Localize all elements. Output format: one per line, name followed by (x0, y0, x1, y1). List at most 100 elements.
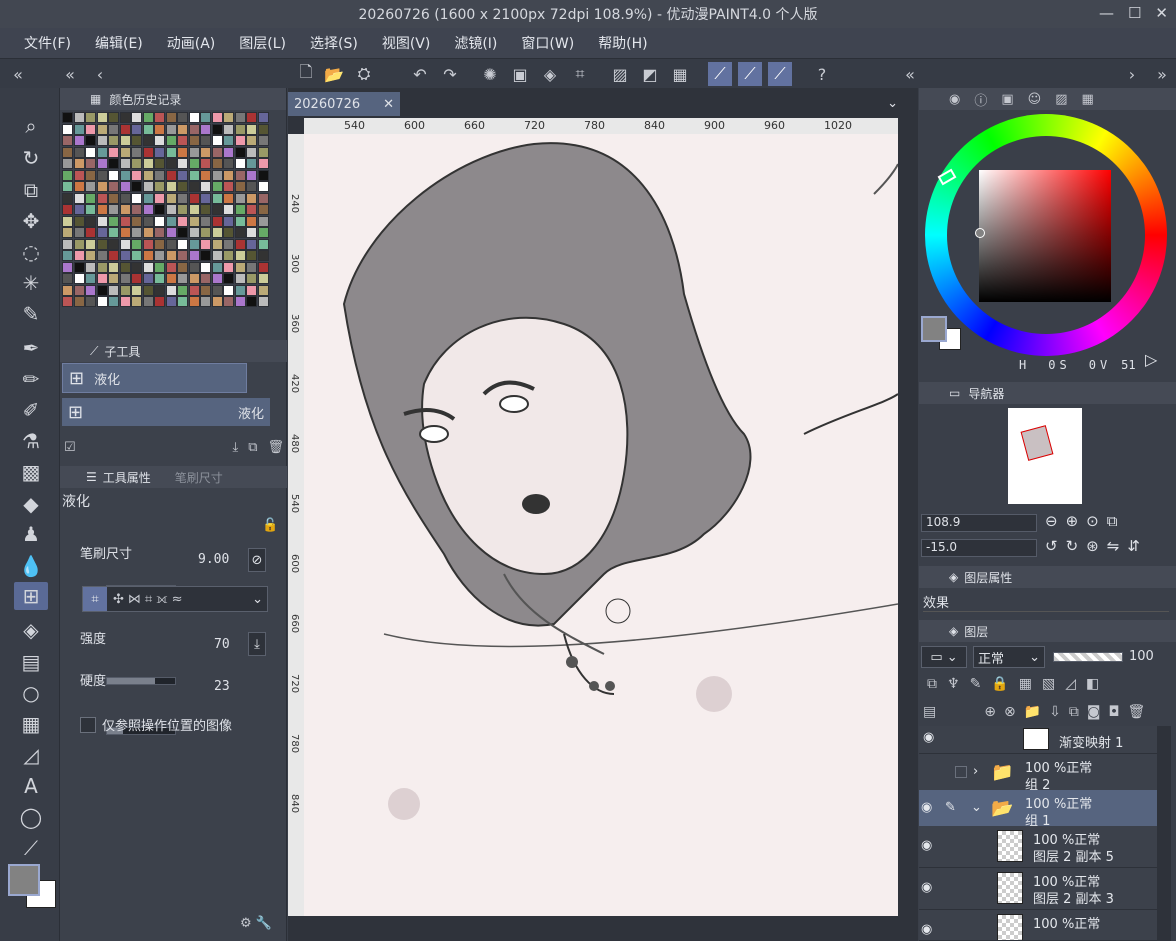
color-history-swatch[interactable] (119, 284, 131, 296)
color-history-swatch[interactable] (246, 192, 257, 204)
color-history-swatch[interactable] (73, 112, 85, 123)
color-history-swatch[interactable] (188, 204, 200, 215)
layer-move-icon[interactable]: ⧉ (14, 176, 48, 204)
color-history-swatch[interactable] (211, 158, 223, 169)
color-history-swatch[interactable] (96, 227, 108, 238)
color-history-swatch[interactable] (85, 169, 96, 181)
person-tab-icon[interactable]: ☺ (1028, 92, 1042, 107)
correct-line-icon[interactable]: ⟋ (14, 834, 48, 862)
strength-value[interactable]: 70 (214, 637, 230, 652)
color-history-swatch[interactable] (73, 215, 85, 227)
color-history-swatch[interactable] (62, 135, 73, 146)
color-history-swatch[interactable] (223, 250, 234, 261)
color-history-swatch[interactable] (257, 181, 269, 192)
color-history-swatch[interactable] (154, 250, 165, 261)
color-history-swatch[interactable] (96, 296, 108, 307)
color-history-swatch[interactable] (223, 261, 234, 273)
color-history-swatch[interactable] (119, 250, 131, 261)
color-history-swatch[interactable] (234, 296, 246, 307)
collapse-left-icon[interactable]: « (6, 62, 30, 86)
color-history-swatch[interactable] (246, 215, 257, 227)
color-history-swatch[interactable] (223, 135, 234, 146)
color-history-swatch[interactable] (154, 112, 165, 123)
color-history-swatch[interactable] (165, 250, 177, 261)
color-history-swatch[interactable] (131, 181, 142, 192)
color-history-swatch[interactable] (177, 192, 188, 204)
ruler-icon[interactable]: ◿ (14, 741, 48, 769)
mode-others-icon[interactable]: ✣⋈⌗⟗≈ (113, 592, 186, 607)
color-history-swatch[interactable] (177, 204, 188, 215)
color-history-swatch[interactable] (142, 296, 154, 307)
duplicate-icon[interactable]: ⧉ (248, 440, 257, 458)
snap-icon[interactable]: ▨ (608, 62, 632, 86)
color-history-swatch[interactable] (165, 169, 177, 181)
brush-size-tab[interactable]: 笔刷尺寸 (175, 469, 223, 486)
color-history-swatch[interactable] (211, 181, 223, 192)
color-history-swatch[interactable] (108, 192, 119, 204)
zoom-tool-icon[interactable]: ⌕ (14, 112, 48, 140)
color-history-swatch[interactable] (73, 123, 85, 135)
navigator-view-rect[interactable] (1020, 425, 1054, 461)
menu-window[interactable]: 窗口(W) (521, 33, 574, 53)
layer-opacity-slider[interactable] (1053, 652, 1123, 662)
zoom-fit-icon[interactable]: ⊙ (1086, 512, 1099, 530)
color-history-swatch[interactable] (119, 123, 131, 135)
color-history-swatch[interactable] (142, 135, 154, 146)
menu-help[interactable]: 帮助(H) (598, 33, 647, 53)
color-history-swatch[interactable] (62, 146, 73, 158)
fill-bucket-icon[interactable]: ◈ (14, 616, 48, 644)
color-history-swatch[interactable] (165, 123, 177, 135)
info-tab-icon[interactable]: ⓘ (974, 90, 987, 109)
color-history-swatch[interactable] (234, 204, 246, 215)
color-history-swatch[interactable] (85, 181, 96, 192)
pencil-icon[interactable]: ✏ (14, 365, 48, 393)
color-history-swatch[interactable] (223, 112, 234, 123)
zoom-in-icon[interactable]: ⊕ (1066, 512, 1079, 530)
color-history-swatch[interactable] (223, 181, 234, 192)
brush-size-value[interactable]: 9.00 (198, 552, 229, 567)
color-history-swatch[interactable] (73, 158, 85, 169)
strength-slider[interactable] (106, 677, 176, 685)
artwork-canvas[interactable] (304, 134, 898, 916)
color-history-swatch[interactable] (73, 204, 85, 215)
color-history-swatch[interactable] (73, 146, 85, 158)
blend-mode-select[interactable]: 正常 ⌄ (973, 646, 1045, 668)
color-history-swatch[interactable] (177, 158, 188, 169)
color-history-swatch[interactable] (200, 146, 211, 158)
color-history-swatch[interactable] (246, 158, 257, 169)
color-history-swatch[interactable] (131, 261, 142, 273)
color-history-swatch[interactable] (154, 273, 165, 284)
color-history-swatch[interactable] (154, 146, 165, 158)
color-history-swatch[interactable] (96, 192, 108, 204)
color-history-swatch[interactable] (85, 192, 96, 204)
color-history-swatch[interactable] (246, 238, 257, 250)
transform-icon[interactable]: ⌗ (568, 62, 592, 86)
rotate-reset-icon[interactable]: ⊛ (1086, 537, 1099, 555)
collapse-chevron-icon[interactable]: ⌄ (971, 800, 982, 815)
color-history-swatch[interactable] (211, 112, 223, 123)
color-history-swatch[interactable] (200, 169, 211, 181)
color-history-swatch[interactable] (142, 250, 154, 261)
color-history-swatch[interactable] (211, 227, 223, 238)
save-tab-icon[interactable]: ▣ (1001, 92, 1013, 107)
color-history-swatch[interactable] (246, 135, 257, 146)
layer-row-copy3[interactable]: ◉ 100 %正常 图层 2 副本 3 (919, 868, 1157, 910)
color-history-swatch[interactable] (257, 250, 269, 261)
color-history-swatch[interactable] (142, 169, 154, 181)
mask-icon[interactable]: ▧ (1042, 676, 1055, 692)
liquify-tool-icon[interactable]: ⊞ (14, 582, 48, 610)
color-history-swatch[interactable] (200, 181, 211, 192)
color-history-swatch[interactable] (246, 204, 257, 215)
layer-property-title[interactable]: 图层属性 (964, 569, 1012, 586)
color-history-swatch[interactable] (165, 238, 177, 250)
eraser-icon[interactable]: ◆ (14, 490, 48, 518)
layer-color-mode[interactable]: ▭ ⌄ (921, 646, 967, 668)
color-history-swatch[interactable] (108, 250, 119, 261)
color-history-swatch[interactable] (73, 284, 85, 296)
color-history-swatch[interactable] (85, 250, 96, 261)
layer-menu-icon[interactable]: ▤ (923, 704, 936, 720)
color-history-swatch[interactable] (85, 284, 96, 296)
color-history-swatch[interactable] (211, 123, 223, 135)
color-history-swatch[interactable] (154, 123, 165, 135)
color-history-swatch[interactable] (257, 227, 269, 238)
